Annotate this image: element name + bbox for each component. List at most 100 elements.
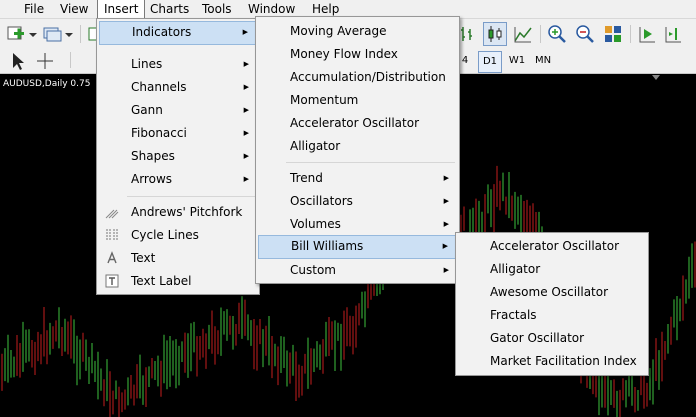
text-label-icon [105,274,119,288]
menu-item-accelerator-oscillator[interactable]: Accelerator Oscillator [258,112,457,134]
new-chart-icon[interactable] [6,23,28,45]
menu-item-gann[interactable]: Gann ▶ [99,99,257,121]
menu-item-bw-accelerator-oscillator[interactable]: Accelerator Oscillator [458,235,646,257]
submenu-arrow-icon: ▶ [242,28,248,36]
menu-item-trend[interactable]: Trend ▶ [258,167,457,189]
submenu-arrow-icon: ▶ [443,174,449,182]
menu-item-label: Fibonacci [131,126,187,140]
menu-item-label: Momentum [290,93,359,107]
submenu-arrow-icon: ▶ [243,152,249,160]
menu-item-label: Custom [290,263,336,277]
menu-item-moving-average[interactable]: Moving Average [258,20,457,42]
menu-item-bw-gator-oscillator[interactable]: Gator Oscillator [458,327,646,349]
submenu-arrow-icon: ▶ [243,129,249,137]
menu-item-bw-awesome-oscillator[interactable]: Awesome Oscillator [458,281,646,303]
menu-item-momentum[interactable]: Momentum [258,89,457,111]
menu-item-label: Accelerator Oscillator [490,239,620,253]
submenu-arrow-icon: ▶ [443,220,449,228]
menu-separator [127,196,255,197]
toolbar-separator [80,25,81,43]
bill-williams-submenu: Accelerator Oscillator Alligator Awesome… [455,232,649,376]
submenu-arrow-icon: ▶ [443,197,449,205]
timeframe-w1[interactable]: W1 [506,51,528,71]
menu-item-text[interactable]: Text [99,247,257,269]
auto-scroll-icon[interactable] [636,23,658,45]
menu-item-label: Lines [131,57,163,71]
menu-item-label: Gator Oscillator [490,331,585,345]
menu-item-label: Money Flow Index [290,47,398,61]
menu-item-label: Oscillators [290,194,353,208]
menu-file[interactable]: File [18,0,50,18]
menu-item-label: Accelerator Oscillator [290,116,420,130]
menu-item-arrows[interactable]: Arrows ▶ [99,168,257,190]
menu-item-label: Alligator [290,139,341,153]
menu-item-label: Channels [131,80,187,94]
timeframe-mn[interactable]: MN [532,51,554,71]
pitchfork-icon [105,209,119,219]
menu-insert[interactable]: Insert [97,0,146,18]
menu-view[interactable]: View [54,0,94,18]
submenu-arrow-icon: ▶ [243,83,249,91]
indicators-submenu: Moving Average Money Flow Index Accumula… [255,16,460,284]
cursor-icon[interactable] [6,50,28,72]
menu-item-bill-williams[interactable]: Bill Williams ▶ [258,235,457,259]
insert-menu: Indicators ▶ Lines ▶ Channels ▶ Gann ▶ Fibon… [96,18,260,295]
menu-item-label: Andrews' Pitchfork [131,205,243,219]
menu-separator [286,162,455,163]
menu-item-money-flow-index[interactable]: Money Flow Index [258,43,457,65]
menu-item-bw-market-facilitation-index[interactable]: Market Facilitation Index [458,350,646,372]
menu-item-indicators[interactable]: Indicators ▶ [99,21,257,45]
line-chart-icon[interactable] [512,23,534,45]
candlestick-icon[interactable] [483,22,507,46]
menu-item-lines[interactable]: Lines ▶ [99,53,257,75]
submenu-arrow-icon: ▶ [243,106,249,114]
menu-item-custom[interactable]: Custom ▶ [258,259,457,281]
menu-item-label: Bill Williams [291,239,364,253]
menu-item-label: Awesome Oscillator [490,285,609,299]
menu-item-label: Gann [131,103,163,117]
menu-item-accumulation-distribution[interactable]: Accumulation/Distribution [258,66,457,88]
timeframe-h4[interactable]: 4 [458,51,472,71]
menu-item-bw-fractals[interactable]: Fractals [458,304,646,326]
menu-item-volumes[interactable]: Volumes ▶ [258,213,457,235]
zoom-in-icon[interactable] [546,23,568,45]
tile-windows-icon[interactable] [602,23,624,45]
bar-chart-icon[interactable] [458,23,480,45]
crosshair-icon[interactable] [34,50,56,72]
menu-item-label: Indicators [132,25,192,39]
menu-tools[interactable]: Tools [196,0,238,18]
cycle-lines-icon [106,229,118,241]
toolbar-separator [540,25,541,43]
menu-item-bw-alligator[interactable]: Alligator [458,258,646,280]
menu-item-label: Alligator [490,262,541,276]
menu-charts[interactable]: Charts [144,0,195,18]
toolbar-separator [70,52,71,68]
menu-item-channels[interactable]: Channels ▶ [99,76,257,98]
menu-item-alligator[interactable]: Alligator [258,135,457,157]
submenu-arrow-icon: ▶ [443,266,449,274]
menu-item-label: Moving Average [290,24,387,38]
menu-item-andrews-pitchfork[interactable]: Andrews' Pitchfork [99,201,257,223]
chart-shift-icon[interactable] [662,23,684,45]
toolbar-separator [630,25,631,43]
submenu-arrow-icon: ▶ [243,60,249,68]
chart-scroll-marker-icon [652,75,660,80]
menu-item-fibonacci[interactable]: Fibonacci ▶ [99,122,257,144]
menu-item-label: Volumes [290,217,341,231]
menu-item-label: Trend [290,171,323,185]
chevron-down-icon[interactable] [64,23,86,45]
menu-item-text-label[interactable]: Text Label [99,270,257,292]
menu-item-cycle-lines[interactable]: Cycle Lines [99,224,257,246]
menu-item-label: Text Label [131,274,192,288]
timeframe-d1[interactable]: D1 [478,51,502,73]
menu-item-label: Text [131,251,156,265]
menu-item-label: Accumulation/Distribution [290,70,446,84]
menu-item-shapes[interactable]: Shapes ▶ [99,145,257,167]
zoom-out-icon[interactable] [574,23,596,45]
submenu-arrow-icon: ▶ [442,242,448,250]
menu-item-oscillators[interactable]: Oscillators ▶ [258,190,457,212]
text-icon [107,251,117,264]
profiles-icon[interactable] [42,23,64,45]
menu-item-label: Fractals [490,308,537,322]
menu-item-label: Arrows [131,172,173,186]
